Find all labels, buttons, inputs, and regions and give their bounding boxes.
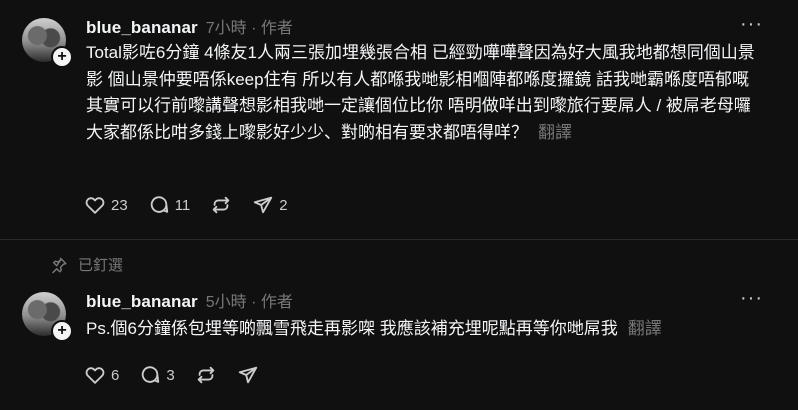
post-actions: 23 11 2 [84, 194, 308, 216]
repost-button[interactable] [210, 194, 232, 216]
timestamp[interactable]: 5小時 [206, 294, 247, 311]
send-icon [254, 196, 273, 214]
like-button[interactable]: 23 [84, 194, 128, 216]
follow-plus-icon[interactable]: + [51, 46, 73, 68]
repost-icon [197, 366, 214, 384]
send-icon [238, 366, 257, 384]
comment-button[interactable]: 11 [148, 194, 191, 216]
pin-icon [52, 257, 67, 273]
author-badge: 作者 [260, 20, 293, 37]
like-count: 23 [111, 196, 128, 214]
pinned-text: 已釘選 [78, 257, 124, 274]
post-header: blue_bananar 5小時 · 作者 [86, 288, 293, 312]
comment-button[interactable]: 3 [139, 364, 175, 386]
like-count: 6 [111, 366, 120, 384]
author-badge: 作者 [260, 294, 293, 311]
meta-separator: · [251, 20, 261, 37]
share-button[interactable] [237, 364, 259, 386]
share-count: 2 [279, 196, 288, 214]
post-actions: 6 3 [84, 364, 279, 386]
post-header: blue_bananar 7小時 · 作者 [86, 14, 293, 38]
thread-post: + blue_bananar 7小時 · 作者 ··· Total影咗6分鐘 4… [0, 0, 798, 240]
username[interactable]: blue_bananar [86, 292, 198, 312]
repost-icon [213, 196, 230, 214]
post-text: Total影咗6分鐘 4條友1人兩三張加埋幾張合相 已經勁嘩嘩聲因為好大風我地都… [86, 40, 766, 146]
post-content: Ps.個6分鐘係包埋等啲飄雪飛走再影㗎 我應該補充埋呢點再等你哋屌我 [86, 319, 618, 338]
heart-icon [85, 197, 105, 214]
pinned-label: 已釘選 [50, 254, 123, 275]
comment-icon [142, 366, 160, 383]
timestamp[interactable]: 7小時 [206, 20, 247, 37]
comment-icon [150, 196, 168, 213]
thread-post: + blue_bananar 5小時 · 作者 ··· Ps.個6分鐘係包埋等啲… [0, 282, 798, 410]
translate-link[interactable]: 翻譯 [628, 319, 662, 338]
more-icon[interactable]: ··· [740, 14, 762, 38]
share-button[interactable]: 2 [252, 194, 288, 216]
follow-plus-icon[interactable]: + [51, 320, 73, 342]
comment-count: 11 [174, 196, 191, 214]
post-meta: 5小時 · 作者 [206, 288, 293, 312]
meta-separator: · [251, 294, 261, 311]
post-content: Total影咗6分鐘 4條友1人兩三張加埋幾張合相 已經勁嘩嘩聲因為好大風我地都… [86, 43, 755, 142]
divider [0, 239, 798, 240]
username[interactable]: blue_bananar [86, 18, 198, 38]
translate-link[interactable]: 翻譯 [538, 123, 572, 142]
repost-button[interactable] [195, 364, 217, 386]
comment-count: 3 [166, 366, 175, 384]
like-button[interactable]: 6 [84, 364, 119, 386]
post-meta: 7小時 · 作者 [206, 14, 293, 38]
post-text: Ps.個6分鐘係包埋等啲飄雪飛走再影㗎 我應該補充埋呢點再等你哋屌我 翻譯 [86, 316, 766, 343]
more-icon[interactable]: ··· [740, 288, 762, 312]
heart-icon [85, 367, 105, 384]
